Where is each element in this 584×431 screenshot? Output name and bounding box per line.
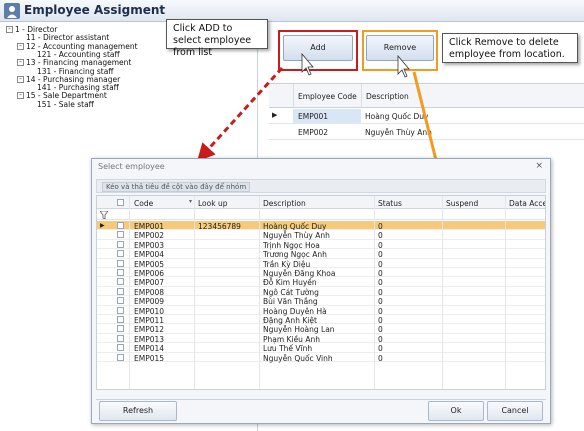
column-header[interactable]: Description	[361, 84, 584, 108]
cell-description: Hoàng Quốc Duy	[365, 112, 429, 121]
ok-button[interactable]: Ok	[428, 401, 484, 421]
table-row[interactable]: EMP010 Hoàng Duyên Hà 0	[97, 306, 545, 316]
table-row[interactable]: EMP004 Trương Ngọc Anh 0	[97, 249, 545, 259]
close-icon[interactable]: ×	[535, 161, 543, 171]
header-code[interactable]: Code	[134, 199, 153, 208]
add-button[interactable]: Add	[283, 35, 353, 61]
table-row[interactable]: EMP011 Đặng Anh Kiệt 0	[97, 315, 545, 325]
row-checkbox[interactable]	[117, 278, 124, 286]
cell-description: Nguyễn Quốc Vinh	[263, 353, 333, 363]
header-employee-code: Employee Code	[298, 92, 357, 101]
window-title: Employee Assigment	[24, 3, 166, 17]
row-checkbox[interactable]	[117, 306, 124, 314]
cell-status: 0	[378, 353, 383, 363]
cancel-button[interactable]: Cancel	[487, 401, 543, 421]
remove-button[interactable]: Remove	[366, 35, 434, 61]
table-row[interactable]: EMP006 Nguyễn Đăng Khoa 0	[97, 268, 545, 278]
table-row[interactable]: EMP015 Nguyễn Quốc Vinh 0	[97, 353, 545, 363]
title-bar: Employee Assigment	[0, 0, 584, 22]
table-row[interactable]: EMP013 Phạm Kiều Anh 0	[97, 334, 545, 344]
cell-code: EMP002	[298, 128, 329, 137]
dialog-title: Select employee	[98, 162, 165, 171]
table-row[interactable]: EMP009 Bùi Văn Thắng 0	[97, 296, 545, 306]
select-all-checkbox[interactable]	[117, 199, 124, 206]
assigned-employees-grid[interactable]: Employee Code Description ▶ EMP001 Hoàng…	[269, 83, 584, 140]
header-suspend[interactable]: Suspend	[446, 199, 478, 208]
header-description[interactable]: Description	[263, 199, 306, 208]
header-description: Description	[366, 92, 409, 101]
row-checkbox[interactable]	[117, 334, 124, 342]
cell-description: Nguyễn Thùy Anh	[365, 128, 432, 137]
table-row[interactable]: EMP008 Ngô Cát Tường 0	[97, 287, 545, 297]
select-employee-dialog[interactable]: Select employee × Kéo và thả tiêu đề cột…	[91, 158, 551, 424]
row-indicator-header	[269, 84, 293, 108]
header-status[interactable]: Status	[378, 199, 402, 208]
row-checkbox[interactable]	[117, 344, 124, 352]
current-row-arrow-icon: ▶	[100, 222, 105, 229]
row-checkbox[interactable]	[117, 316, 124, 323]
header-data-access[interactable]: Data Acces	[509, 199, 545, 208]
sort-arrow-icon[interactable]: ▾	[189, 198, 192, 205]
dialog-footer: Refresh Ok Cancel	[96, 399, 546, 421]
row-checkbox[interactable]	[117, 222, 124, 229]
row-checkbox[interactable]	[117, 287, 124, 295]
column-header-row: Code ▾ Look up Description Status Suspen…	[97, 196, 545, 209]
table-row[interactable]: EMP014 Lưu Thế Vĩnh 0	[97, 343, 545, 353]
add-callout: Click ADD to select employee from list	[166, 19, 268, 58]
row-checkbox[interactable]	[117, 240, 124, 248]
table-row[interactable]: EMP002 Nguyễn Thùy Anh 0	[97, 230, 545, 240]
employee-grid[interactable]: Code ▾ Look up Description Status Suspen…	[96, 195, 546, 390]
row-checkbox[interactable]	[117, 250, 124, 258]
filter-row[interactable]	[97, 209, 545, 220]
current-row-arrow-icon: ▶	[272, 111, 278, 119]
tree-toggle-icon[interactable]: -	[17, 59, 24, 67]
column-header[interactable]: Employee Code	[293, 84, 361, 108]
refresh-button[interactable]: Refresh	[99, 401, 177, 421]
table-row[interactable]: EMP012 Nguyễn Hoàng Lan 0	[97, 324, 545, 334]
tree-toggle-icon[interactable]: -	[6, 26, 13, 33]
group-panel[interactable]: Kéo và thả tiêu đề cột vào đây để nhóm	[96, 179, 546, 193]
filter-icon[interactable]	[100, 211, 108, 219]
table-row[interactable]: ▶ EMP001 Hoàng Quốc Duy	[269, 109, 584, 124]
cell-code: EMP015	[134, 353, 165, 363]
remove-callout: Click Remove to delete employee from loc…	[442, 33, 578, 63]
tree-node[interactable]: 151 - Sale staff	[37, 100, 94, 109]
row-checkbox[interactable]	[117, 297, 124, 305]
table-row[interactable]: EMP007 Đỗ Kim Huyền 0	[97, 277, 545, 287]
row-checkbox[interactable]	[117, 353, 124, 361]
cell-code: EMP001	[298, 112, 329, 121]
row-checkbox[interactable]	[117, 325, 124, 333]
table-row[interactable]: EMP005 Trần Kỳ Diệu 0	[97, 259, 545, 269]
tree-toggle-icon[interactable]: -	[17, 75, 24, 83]
row-checkbox[interactable]	[117, 269, 124, 276]
group-hint: Kéo và thả tiêu đề cột vào đây để nhóm	[102, 182, 251, 192]
table-row[interactable]: ▶ EMP001 123456789 Hoàng Quốc Duy 0	[97, 221, 545, 231]
header-lookup[interactable]: Look up	[198, 199, 227, 208]
tree-toggle-icon[interactable]: -	[17, 42, 24, 50]
tree-toggle-icon[interactable]: -	[17, 92, 24, 100]
row-checkbox[interactable]	[117, 231, 124, 239]
employee-icon	[4, 3, 20, 19]
table-row[interactable]: EMP003 Trịnh Ngọc Hoa 0	[97, 240, 545, 250]
table-row[interactable]: EMP002 Nguyễn Thùy Anh	[269, 125, 584, 140]
row-checkbox[interactable]	[117, 259, 124, 267]
